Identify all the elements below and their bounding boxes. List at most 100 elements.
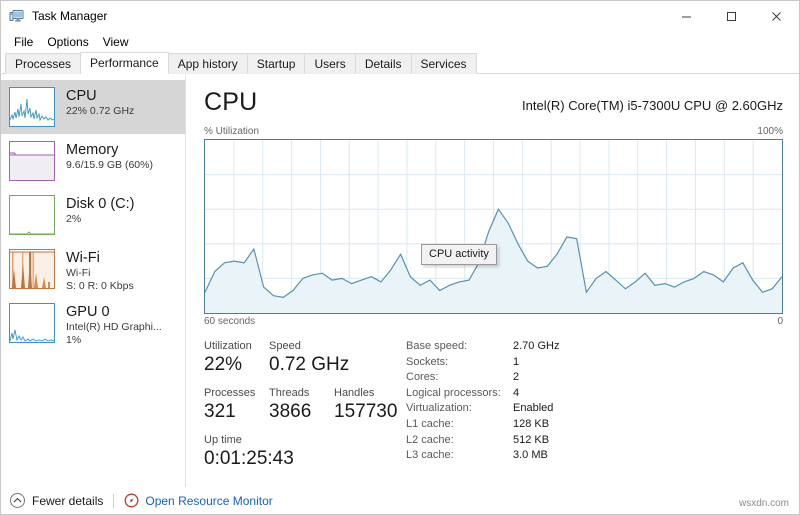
statistics-area: Utilization 22% Speed 0.72 GHz Processes… [204, 339, 783, 480]
task-manager-window: Task Manager File Options View Processes… [0, 0, 800, 515]
sidebar-item-memory[interactable]: Memory 9.6/15.9 GB (60%) [1, 134, 185, 188]
stat-handles: Handles 157730 [334, 386, 399, 424]
spec-cores-value: 2 [513, 371, 520, 384]
spec-l3-cache-value: 3.0 MB [513, 449, 548, 462]
stat-threads: Threads 3866 [269, 386, 334, 424]
menu-item-view[interactable]: View [96, 33, 136, 51]
maximize-button[interactable] [709, 1, 754, 31]
stat-speed: Speed 0.72 GHz [269, 339, 350, 377]
stat-uptime-label: Up time [204, 434, 242, 446]
tab-startup[interactable]: Startup [246, 53, 306, 74]
cpu-utilization-graph[interactable]: CPU activity [204, 139, 783, 314]
sidebar-item-gpu-title: GPU 0 [66, 304, 110, 320]
chevron-up-icon [10, 493, 25, 508]
stat-uptime-value: 0:01:25:43 [204, 448, 294, 469]
wifi-thumbnail [9, 249, 55, 289]
sidebar-item-wifi-sub1: Wi-Fi [66, 267, 91, 279]
menu-item-options[interactable]: Options [40, 33, 95, 51]
sidebar-item-gpu-text: GPU 0 Intel(R) HD Graphi... 1% [66, 303, 162, 347]
sidebar-item-disk-sub: 2% [66, 213, 82, 225]
sidebar-item-gpu-sub2: 1% [66, 334, 82, 346]
tab-performance[interactable]: Performance [80, 52, 169, 74]
tab-details[interactable]: Details [354, 53, 412, 74]
task-manager-icon [9, 8, 25, 24]
performance-panel: CPU Intel(R) Core(TM) i5-7300U CPU @ 2.6… [186, 74, 799, 508]
sidebar-item-wifi-sub2: S: 0 R: 0 Kbps [66, 280, 134, 292]
sidebar-item-wifi[interactable]: Wi-Fi Wi-Fi S: 0 R: 0 Kbps [1, 242, 185, 296]
cpu-model-name: Intel(R) Core(TM) i5-7300U CPU @ 2.60GHz [522, 98, 783, 113]
stat-row-processes-threads-handles: Processes 321 Threads 3866 Handles 15773… [204, 386, 400, 424]
sidebar-item-cpu-text: CPU 22% 0.72 GHz [66, 87, 134, 118]
tab-app-history[interactable]: App history [167, 53, 248, 74]
spec-l3-cache: L3 cache: 3.0 MB [406, 448, 783, 464]
stat-row-uptime: Up time 0:01:25:43 [204, 433, 400, 471]
spec-l1-cache: L1 cache: 128 KB [406, 417, 783, 433]
memory-thumbnail [9, 141, 55, 181]
spec-sockets-label: Sockets: [406, 355, 449, 368]
spec-l2-cache-value: 512 KB [513, 433, 550, 446]
stat-processes-value: 321 [204, 401, 236, 422]
cpu-chart-svg [205, 140, 782, 313]
graph-y-max-label: 100% [757, 126, 783, 137]
spec-cores: Cores: 2 [406, 370, 783, 386]
fewer-details-button[interactable]: Fewer details [10, 493, 103, 508]
spec-l3-cache-label: L3 cache: [406, 449, 454, 462]
sidebar-item-disk[interactable]: Disk 0 (C:) 2% [1, 188, 185, 242]
graph-x-zero-label: 0 [777, 316, 783, 327]
sidebar-item-memory-text: Memory 9.6/15.9 GB (60%) [66, 141, 153, 172]
panel-header: CPU Intel(R) Core(TM) i5-7300U CPU @ 2.6… [204, 88, 783, 117]
tab-bar: Processes Performance App history Startu… [1, 52, 799, 74]
stat-speed-value: 0.72 GHz [269, 354, 350, 375]
sidebar-item-wifi-text: Wi-Fi Wi-Fi S: 0 R: 0 Kbps [66, 249, 134, 293]
stat-threads-value: 3866 [269, 401, 312, 422]
open-resource-monitor-label: Open Resource Monitor [145, 493, 273, 508]
page-title: CPU [204, 88, 258, 116]
content-area: CPU 22% 0.72 GHz Memory 9.6/15.9 GB (60%… [1, 74, 799, 508]
spec-base-speed: Base speed: 2.70 GHz [406, 339, 783, 355]
sidebar-item-gpu[interactable]: GPU 0 Intel(R) HD Graphi... 1% [1, 296, 185, 350]
spec-l1-cache-label: L1 cache: [406, 417, 454, 430]
watermark: wsxdn.com [738, 498, 789, 509]
cpu-thumbnail [9, 87, 55, 127]
stat-utilization: Utilization 22% [204, 339, 269, 377]
graph-x-axis-label: 60 seconds [204, 316, 256, 327]
graph-top-labels: % Utilization 100% [204, 126, 783, 137]
tab-services[interactable]: Services [410, 53, 477, 74]
graph-y-axis-label: % Utilization [204, 126, 260, 137]
sidebar-item-memory-sub: 9.6/15.9 GB (60%) [66, 159, 153, 171]
spec-base-speed-value: 2.70 GHz [513, 340, 560, 352]
window-title: Task Manager [32, 9, 108, 23]
stat-processes: Processes 321 [204, 386, 269, 424]
sidebar-item-memory-title: Memory [66, 142, 119, 158]
stat-utilization-value: 22% [204, 354, 243, 375]
sidebar-item-gpu-sub1: Intel(R) HD Graphi... [66, 321, 162, 333]
spec-logical-processors: Logical processors: 4 [406, 386, 783, 402]
disk-thumbnail [9, 195, 55, 235]
spec-sockets-value: 1 [513, 355, 520, 368]
sidebar-item-disk-title: Disk 0 (C:) [66, 196, 135, 212]
spec-virtualization-label: Virtualization: [406, 402, 472, 415]
tab-users[interactable]: Users [304, 53, 356, 74]
minimize-button[interactable] [664, 1, 709, 31]
stat-threads-label: Threads [269, 387, 310, 399]
stat-handles-value: 157730 [334, 401, 398, 422]
open-resource-monitor-link[interactable]: Open Resource Monitor [124, 493, 273, 508]
sidebar-item-cpu-sub: 22% 0.72 GHz [66, 105, 135, 117]
spec-logical-processors-value: 4 [513, 386, 520, 399]
stat-utilization-label: Utilization [204, 340, 252, 352]
cpu-activity-tooltip: CPU activity [421, 244, 497, 265]
sidebar-item-cpu[interactable]: CPU 22% 0.72 GHz [1, 80, 185, 134]
primary-stats: Utilization 22% Speed 0.72 GHz Processes… [204, 339, 400, 480]
spec-logical-processors-label: Logical processors: [406, 386, 501, 399]
menu-item-file[interactable]: File [7, 33, 40, 51]
status-bar: Fewer details Open Resource Monitor [1, 487, 799, 514]
stat-handles-label: Handles [334, 387, 375, 399]
stat-processes-label: Processes [204, 387, 256, 399]
spec-base-speed-label: Base speed: [406, 340, 468, 352]
sidebar-item-wifi-title: Wi-Fi [66, 250, 100, 266]
tab-processes[interactable]: Processes [5, 53, 82, 74]
spec-virtualization: Virtualization: Enabled [406, 401, 783, 417]
sidebar-item-disk-text: Disk 0 (C:) 2% [66, 195, 134, 226]
close-button[interactable] [754, 1, 799, 31]
graph-bottom-labels: 60 seconds 0 [204, 316, 783, 327]
